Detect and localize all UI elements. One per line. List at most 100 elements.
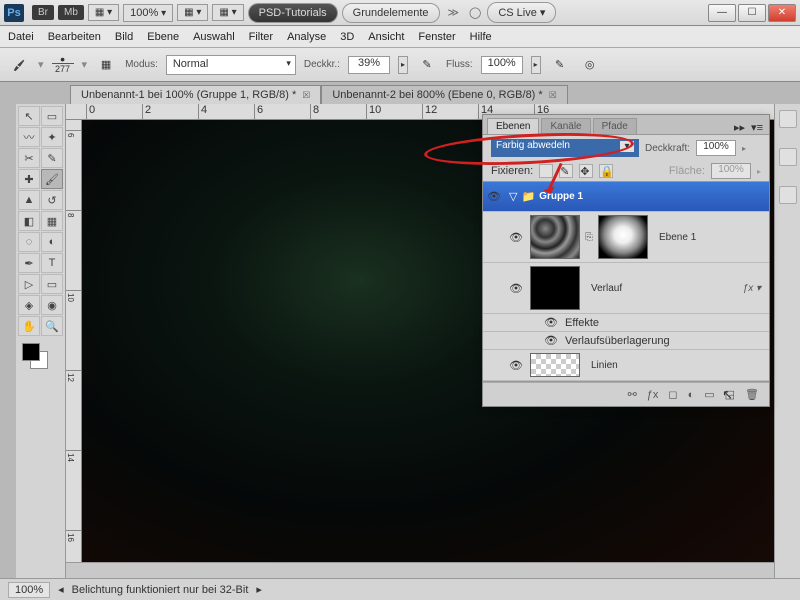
menu-auswahl[interactable]: Auswahl <box>193 31 235 43</box>
pen-tool[interactable]: ✒ <box>18 253 40 273</box>
layer-style-icon[interactable]: ƒx <box>647 389 659 401</box>
new-group-icon[interactable]: ▭ <box>704 388 714 401</box>
effect-item[interactable]: 👁 Verlaufsüberlagerung <box>483 332 769 350</box>
layer-fill-input[interactable]: 100% <box>711 163 751 179</box>
hand-tool[interactable]: ✋ <box>18 316 40 336</box>
opacity-input[interactable]: 39% <box>348 56 390 74</box>
lock-pixels-icon[interactable]: ✎ <box>559 164 573 178</box>
group-expand-icon[interactable]: ▽ <box>505 190 521 203</box>
panel-tab-ebenen[interactable]: Ebenen <box>487 118 539 134</box>
scrollbar-horizontal[interactable] <box>66 562 774 578</box>
type-tool[interactable]: T <box>41 253 63 273</box>
airbrush-icon[interactable]: ✎ <box>549 54 571 76</box>
fill-flyout-icon[interactable]: ▸ <box>757 167 761 176</box>
marquee-tool[interactable]: ▭ <box>41 106 63 126</box>
layer-blend-mode-select[interactable]: Farbig abwedeln <box>491 139 639 157</box>
menu-hilfe[interactable]: Hilfe <box>470 31 492 43</box>
blend-mode-select[interactable]: Normal <box>166 55 296 75</box>
layer-group[interactable]: 👁 ▽ 📁 Gruppe 1 <box>483 182 769 212</box>
panel-tab-pfade[interactable]: Pfade <box>593 118 637 134</box>
mask-link-icon[interactable]: ⎘ <box>583 232 595 243</box>
arrange-docs-dropdown[interactable]: ▦ ▾ <box>212 4 243 21</box>
lock-all-icon[interactable]: 🔒 <box>599 164 613 178</box>
layer-mask-icon[interactable]: ◻ <box>668 388 677 401</box>
flow-input[interactable]: 100% <box>481 56 523 74</box>
3d-camera-tool[interactable]: ◉ <box>41 295 63 315</box>
foreground-color-swatch[interactable] <box>22 343 40 361</box>
link-layers-icon[interactable]: ⚯ <box>628 388 637 401</box>
delete-layer-icon[interactable]: 🗑 <box>745 388 759 401</box>
brush-tool-icon[interactable] <box>8 54 30 76</box>
menu-ansicht[interactable]: Ansicht <box>368 31 404 43</box>
menu-filter[interactable]: Filter <box>249 31 273 43</box>
menu-ebene[interactable]: Ebene <box>147 31 179 43</box>
lock-transparency-icon[interactable] <box>539 164 553 178</box>
brush-tool[interactable]: 🖌 <box>41 169 63 189</box>
workspace-more-icon[interactable]: ≫ <box>442 6 466 19</box>
bridge-button[interactable]: Br <box>32 5 54 20</box>
layer-row[interactable]: 👁 Linien <box>483 350 769 381</box>
status-nav-next[interactable]: ▸ <box>256 583 262 596</box>
adjustment-layer-icon[interactable]: ◐ <box>688 389 695 401</box>
brush-panel-toggle[interactable]: ▦ <box>95 54 117 76</box>
layer-thumbnail[interactable] <box>530 215 580 259</box>
panel-tab-kanaele[interactable]: Kanäle <box>541 118 590 134</box>
menu-analyse[interactable]: Analyse <box>287 31 326 43</box>
visibility-toggle[interactable]: 👁 <box>505 282 527 295</box>
layer-row[interactable]: 👁 Verlauf ƒx ▾ <box>483 263 769 314</box>
fx-badge[interactable]: ƒx ▾ <box>743 283 769 294</box>
layer-row[interactable]: 👁 ⎘ Ebene 1 <box>483 212 769 263</box>
color-swatches[interactable] <box>18 343 63 373</box>
visibility-toggle[interactable]: 👁 <box>483 190 505 203</box>
menu-fenster[interactable]: Fenster <box>418 31 455 43</box>
status-nav-prev[interactable]: ◂ <box>58 583 64 596</box>
ruler-vertical[interactable]: 6810121416 <box>66 120 82 578</box>
layer-name[interactable]: Verlauf <box>583 283 622 294</box>
menu-bild[interactable]: Bild <box>115 31 133 43</box>
layer-opacity-input[interactable]: 100% <box>696 140 736 156</box>
close-tab-icon[interactable]: ☒ <box>549 90 557 101</box>
flow-slider[interactable]: ▸ <box>531 56 541 74</box>
lock-position-icon[interactable]: ✥ <box>579 164 593 178</box>
workspace-tutorials[interactable]: PSD-Tutorials <box>248 3 338 23</box>
visibility-toggle[interactable]: 👁 <box>543 316 559 329</box>
layers-panel-icon[interactable] <box>779 186 797 204</box>
path-select-tool[interactable]: ▷ <box>18 274 40 294</box>
dodge-tool[interactable]: ◐ <box>41 232 63 252</box>
view-extras-dropdown[interactable]: ▦ ▾ <box>177 4 208 21</box>
crop-tool[interactable]: ✂ <box>18 148 40 168</box>
wand-tool[interactable]: ✦ <box>41 127 63 147</box>
healing-tool[interactable]: ✚ <box>18 169 40 189</box>
blur-tool[interactable]: ◌ <box>18 232 40 252</box>
screen-mode-dropdown[interactable]: ▦ ▾ <box>88 4 119 21</box>
window-maximize-button[interactable]: ☐ <box>738 4 766 22</box>
window-minimize-button[interactable]: — <box>708 4 736 22</box>
effects-row[interactable]: 👁 Effekte <box>483 314 769 332</box>
layer-mask-thumbnail[interactable] <box>598 215 648 259</box>
close-tab-icon[interactable]: ☒ <box>302 90 310 101</box>
cslive-button[interactable]: CS Live ▾ <box>487 2 556 23</box>
layer-name[interactable]: Linien <box>583 360 618 371</box>
gradient-tool[interactable]: ▦ <box>41 211 63 231</box>
layer-thumbnail[interactable] <box>530 353 580 377</box>
opacity-slider[interactable]: ▸ <box>398 56 408 74</box>
visibility-toggle[interactable]: 👁 <box>543 334 559 347</box>
menu-datei[interactable]: Datei <box>8 31 34 43</box>
history-brush-tool[interactable]: ↺ <box>41 190 63 210</box>
opacity-flyout-icon[interactable]: ▸ <box>742 144 746 153</box>
stamp-tool[interactable]: ▲ <box>18 190 40 210</box>
adjustments-panel-icon[interactable] <box>779 148 797 166</box>
document-tab-2[interactable]: Unbenannt-2 bei 800% (Ebene 0, RGB/8) *☒ <box>321 85 567 104</box>
panel-menu-icon[interactable]: ▾≡ <box>751 121 763 134</box>
minibridge-button[interactable]: Mb <box>58 5 84 20</box>
pressure-opacity-icon[interactable]: ✎ <box>416 54 438 76</box>
panel-collapse-icon[interactable]: ▸▸ <box>734 121 745 134</box>
visibility-toggle[interactable]: 👁 <box>505 231 527 244</box>
layer-name[interactable]: Ebene 1 <box>651 232 696 243</box>
lasso-tool[interactable]: 〰 <box>18 127 40 147</box>
layer-thumbnail[interactable] <box>530 266 580 310</box>
move-tool[interactable]: ↖ <box>18 106 40 126</box>
menu-bearbeiten[interactable]: Bearbeiten <box>48 31 101 43</box>
shape-tool[interactable]: ▭ <box>41 274 63 294</box>
document-tab-1[interactable]: Unbenannt-1 bei 100% (Gruppe 1, RGB/8) *… <box>70 85 321 104</box>
